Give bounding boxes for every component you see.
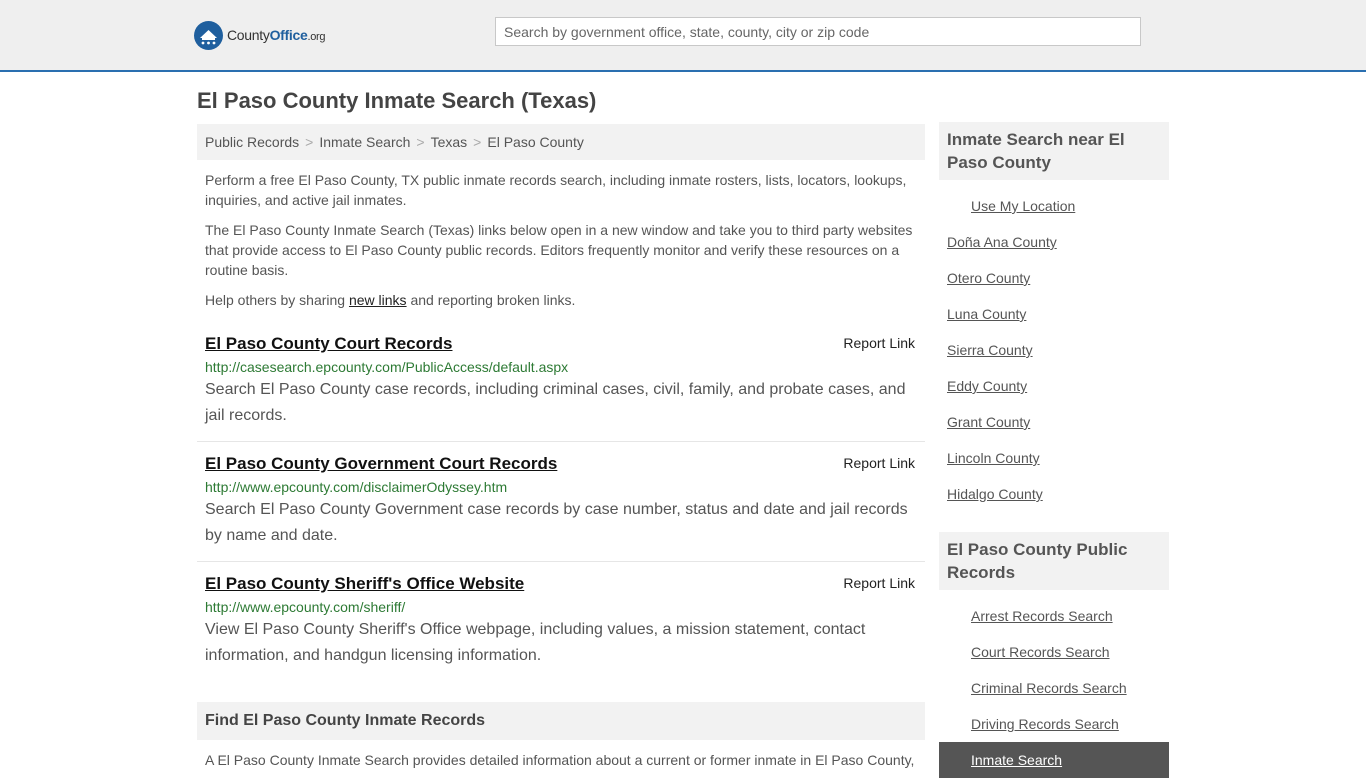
nearby-county-link[interactable]: Lincoln County (947, 450, 1040, 466)
list-item: Sierra County (947, 332, 1161, 368)
list-item: Arrest Records Search (947, 598, 1161, 634)
list-item: Use My Location (947, 188, 1161, 224)
sidebar: Inmate Search near El Paso County Use My… (939, 122, 1169, 778)
page-title: El Paso County Inmate Search (Texas) (197, 88, 597, 113)
records-link[interactable]: Court Records Search (971, 644, 1110, 660)
list-item: Grant County (947, 404, 1161, 440)
result-description: Search El Paso County Government case re… (205, 501, 908, 544)
report-link-button[interactable]: Report Link (843, 575, 915, 591)
records-link[interactable]: Criminal Records Search (971, 680, 1127, 696)
nearby-county-link[interactable]: Eddy County (947, 378, 1027, 394)
result-item: El Paso County Court Records Report Link… (197, 322, 925, 442)
search-input[interactable] (495, 17, 1141, 46)
nearby-heading: Inmate Search near El Paso County (939, 122, 1169, 180)
capitol-logo-icon (194, 20, 223, 50)
find-records-text: A El Paso County Inmate Search provides … (205, 752, 915, 768)
records-link[interactable]: Driving Records Search (971, 716, 1119, 732)
breadcrumb-texas[interactable]: Texas (431, 134, 468, 150)
result-description: Search El Paso County case records, incl… (205, 381, 906, 424)
result-title-link[interactable]: El Paso County Government Court Records (205, 442, 557, 474)
result-item: El Paso County Sheriff's Office Website … (197, 562, 925, 681)
nearby-county-link[interactable]: Sierra County (947, 342, 1033, 358)
list-item: Lincoln County (947, 440, 1161, 476)
intro-text: Perform a free El Paso County, TX public… (197, 170, 925, 310)
breadcrumb-inmate-search[interactable]: Inmate Search (319, 134, 410, 150)
breadcrumb-el-paso-county[interactable]: El Paso County (487, 134, 584, 150)
result-url: http://casesearch.epcounty.com/PublicAcc… (205, 359, 569, 375)
find-records-heading: Find El Paso County Inmate Records (197, 702, 925, 740)
breadcrumb-public-records[interactable]: Public Records (205, 134, 299, 150)
list-item-active: Inmate Search (939, 742, 1169, 778)
report-link-button[interactable]: Report Link (843, 455, 915, 471)
records-link[interactable]: Arrest Records Search (971, 608, 1113, 624)
breadcrumb-separator: > (473, 134, 482, 150)
records-link-inmate-search[interactable]: Inmate Search (971, 752, 1062, 768)
nearby-county-link[interactable]: Luna County (947, 306, 1026, 322)
nearby-county-link[interactable]: Otero County (947, 270, 1030, 286)
breadcrumb-separator: > (416, 134, 425, 150)
list-item: Court Records Search (947, 634, 1161, 670)
result-url: http://www.epcounty.com/sheriff/ (205, 599, 406, 615)
site-header: CountyOffice.org (0, 0, 1366, 72)
site-logo[interactable]: CountyOffice.org (194, 20, 326, 50)
result-item: El Paso County Government Court Records … (197, 442, 925, 562)
nearby-county-link[interactable]: Hidalgo County (947, 486, 1043, 502)
result-url: http://www.epcounty.com/disclaimerOdysse… (205, 479, 508, 495)
nearby-county-link[interactable]: Doña Ana County (947, 234, 1057, 250)
result-title-link[interactable]: El Paso County Court Records (205, 322, 452, 354)
list-item: Doña Ana County (947, 224, 1161, 260)
use-my-location-link[interactable]: Use My Location (971, 198, 1075, 214)
list-item: Otero County (947, 260, 1161, 296)
main-content: Public Records > Inmate Search > Texas >… (197, 124, 925, 681)
list-item: Criminal Records Search (947, 670, 1161, 706)
report-link-button[interactable]: Report Link (843, 335, 915, 351)
intro-paragraph: The El Paso County Inmate Search (Texas)… (205, 222, 913, 278)
nearby-county-link[interactable]: Grant County (947, 414, 1030, 430)
list-item: Luna County (947, 296, 1161, 332)
result-title-link[interactable]: El Paso County Sheriff's Office Website (205, 562, 524, 594)
result-description: View El Paso County Sheriff's Office web… (205, 621, 866, 664)
public-records-list: Arrest Records Search Court Records Sear… (939, 598, 1169, 778)
new-links-link[interactable]: new links (349, 292, 407, 308)
list-item: Eddy County (947, 368, 1161, 404)
list-item: Hidalgo County (947, 476, 1161, 512)
breadcrumb: Public Records > Inmate Search > Texas >… (197, 124, 925, 160)
intro-paragraph: Perform a free El Paso County, TX public… (205, 172, 907, 208)
nearby-list: Use My Location Doña Ana County Otero Co… (939, 188, 1169, 512)
list-item: Driving Records Search (947, 706, 1161, 742)
breadcrumb-separator: > (305, 134, 314, 150)
public-records-heading: El Paso County Public Records (939, 532, 1169, 590)
logo-text: CountyOffice.org (227, 27, 326, 43)
share-paragraph: Help others by sharing new links and rep… (205, 292, 576, 308)
